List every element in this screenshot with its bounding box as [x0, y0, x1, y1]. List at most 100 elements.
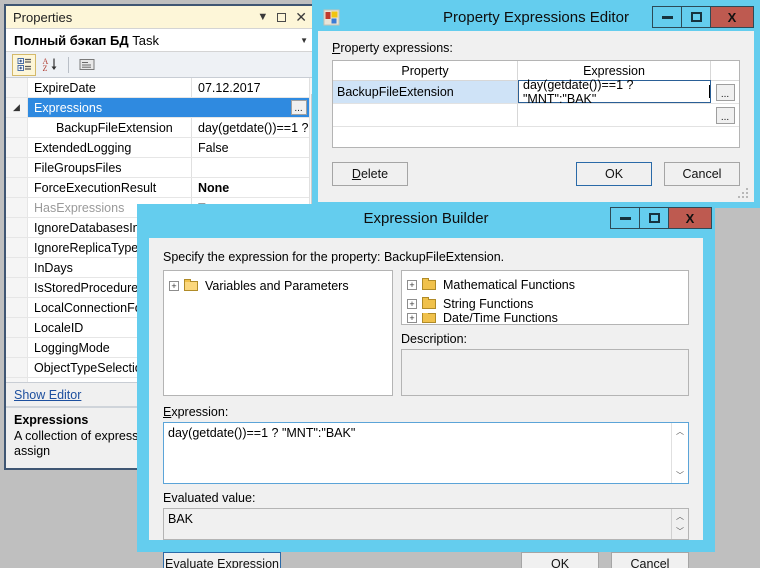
property-row[interactable]: ◢ Expressions...	[6, 98, 309, 118]
ellipsis-button[interactable]: ...	[715, 106, 735, 124]
row-gutter	[6, 378, 28, 382]
application-icon	[323, 9, 340, 26]
column-header-actions	[711, 61, 739, 80]
close-icon: X	[685, 210, 695, 226]
expression-textarea[interactable]: day(getdate())==1 ? "MNT":"BAK" ︿ ﹀	[163, 422, 689, 484]
property-value-text: 07.12.2017	[198, 80, 261, 95]
property-value-text: False	[198, 140, 229, 155]
property-value[interactable]: day(getdate())==1 ?	[192, 118, 309, 137]
ok-button[interactable]: OK	[576, 162, 652, 186]
property-row[interactable]: ForceExecutionResult None	[6, 178, 309, 198]
expand-plus-icon[interactable]: +	[407, 298, 417, 309]
variables-tree[interactable]: + Variables and Parameters	[163, 270, 393, 396]
cell-expression[interactable]	[518, 104, 711, 127]
property-value[interactable]	[192, 158, 309, 177]
maximize-icon	[648, 213, 660, 223]
categorized-icon	[17, 58, 31, 71]
pee-titlebar[interactable]: Property Expressions Editor X	[315, 3, 757, 31]
cell-property[interactable]	[333, 104, 518, 127]
cancel-button[interactable]: Cancel	[664, 162, 740, 186]
eb-right-column: + Mathematical Functions + String Functi…	[401, 270, 689, 396]
property-value[interactable]: None	[192, 178, 309, 197]
cell-expression[interactable]: day(getdate())==1 ? "MNT":"BAK"	[518, 78, 711, 106]
cell-actions: ...	[711, 81, 739, 104]
expander-icon[interactable]: ◢	[6, 98, 28, 117]
property-name: ForceExecutionResult	[28, 178, 192, 197]
chevron-down-icon[interactable]: ▼	[257, 11, 268, 23]
properties-toolbar: A Z	[6, 52, 314, 78]
close-icon: X	[727, 9, 737, 25]
maximize-button[interactable]	[681, 6, 711, 28]
table-row[interactable]: ...	[333, 104, 739, 127]
close-button[interactable]: X	[668, 207, 712, 229]
evaluate-label-pre: E	[165, 557, 174, 568]
tree-node-datetime-functions[interactable]: + Date/Time Functions	[407, 313, 688, 323]
object-selector-combobox[interactable]: Полный бэкап БД Task ▼	[6, 28, 314, 52]
folder-icon	[422, 296, 437, 310]
object-selector-label: Полный бэкап БД Task	[14, 33, 300, 48]
close-icon[interactable]: ✕	[295, 9, 307, 26]
property-value[interactable]: False	[192, 138, 309, 157]
minimize-button[interactable]	[652, 6, 682, 28]
expression-input[interactable]: day(getdate())==1 ? "MNT":"BAK"	[518, 78, 711, 106]
column-header-property[interactable]: Property	[333, 61, 518, 80]
evaluated-value-label: Evaluated value:	[163, 491, 256, 505]
cell-property[interactable]: BackupFileExtension	[333, 81, 518, 104]
show-editor-link[interactable]: Show Editor	[14, 388, 81, 402]
chevron-down-icon[interactable]: ▼	[300, 36, 308, 45]
cancel-button[interactable]: Cancel	[611, 552, 689, 568]
tree-node-variables-and-parameters[interactable]: + Variables and Parameters	[169, 276, 392, 295]
maximize-icon[interactable]	[277, 12, 287, 22]
tree-node-string-functions[interactable]: + String Functions	[407, 294, 688, 313]
ellipsis-button[interactable]: ...	[290, 100, 307, 115]
row-gutter	[6, 238, 28, 257]
maximize-icon	[690, 12, 702, 22]
scroll-down-icon[interactable]: ﹀	[672, 467, 688, 483]
property-expressions-grid[interactable]: Property Expression BackupFileExtension …	[332, 60, 740, 148]
tree-node-label: Date/Time Functions	[443, 313, 558, 323]
maximize-button[interactable]	[639, 207, 669, 229]
properties-titlebar-buttons: ▼ ✕	[257, 9, 310, 26]
ok-button[interactable]: OK	[521, 552, 599, 568]
table-row[interactable]: BackupFileExtension day(getdate())==1 ? …	[333, 78, 739, 106]
categorized-button[interactable]	[12, 53, 36, 76]
evaluate-expression-button[interactable]: Ev aluate Expression	[163, 552, 281, 568]
property-row[interactable]: ExtendedLogging False	[6, 138, 309, 158]
property-value[interactable]: 07.12.2017	[192, 78, 309, 97]
pee-label-rest: roperty expressions:	[340, 41, 453, 55]
ellipsis-button[interactable]: ...	[715, 83, 735, 101]
property-row[interactable]: BackupFileExtension day(getdate())==1 ?	[6, 118, 309, 138]
resize-grip-icon[interactable]	[737, 187, 749, 199]
eb-titlebar[interactable]: Expression Builder X	[137, 204, 715, 232]
expand-plus-icon[interactable]: +	[407, 279, 417, 290]
expand-plus-icon[interactable]: +	[407, 313, 417, 323]
property-pages-button[interactable]	[76, 55, 98, 75]
property-value-text: day(getdate())==1 ?	[198, 120, 309, 135]
close-button[interactable]: X	[710, 6, 754, 28]
property-name: BackupFileExtension	[28, 118, 192, 137]
property-row[interactable]: ExpireDate 07.12.2017	[6, 78, 309, 98]
evaluated-scrollbar[interactable]: ︿ ﹀	[671, 509, 688, 539]
scroll-up-icon[interactable]: ︿	[672, 509, 688, 524]
toolbar-separator	[68, 56, 69, 73]
eb-instruction-text: Specify the expression for the property:…	[163, 250, 505, 264]
scroll-down-icon[interactable]: ﹀	[672, 524, 688, 539]
minimize-button[interactable]	[610, 207, 640, 229]
minimize-icon	[619, 216, 631, 220]
folder-icon	[184, 278, 199, 292]
minimize-icon	[661, 15, 673, 19]
expand-plus-icon[interactable]: +	[169, 280, 179, 291]
property-row[interactable]: FileGroupsFiles	[6, 158, 309, 178]
alphabetical-button[interactable]: A Z	[39, 55, 61, 75]
row-gutter	[6, 118, 28, 137]
row-gutter	[6, 78, 28, 97]
row-gutter	[6, 318, 28, 337]
row-gutter	[6, 278, 28, 297]
scroll-up-icon[interactable]: ︿	[672, 423, 688, 439]
property-name: FileGroupsFiles	[28, 158, 192, 177]
functions-tree[interactable]: + Mathematical Functions + String Functi…	[401, 270, 689, 325]
tree-node-mathematical-functions[interactable]: + Mathematical Functions	[407, 275, 688, 294]
expression-scrollbar[interactable]: ︿ ﹀	[671, 423, 688, 483]
delete-button[interactable]: Delete	[332, 162, 408, 186]
alphabetical-sort-icon: A Z	[43, 57, 57, 72]
